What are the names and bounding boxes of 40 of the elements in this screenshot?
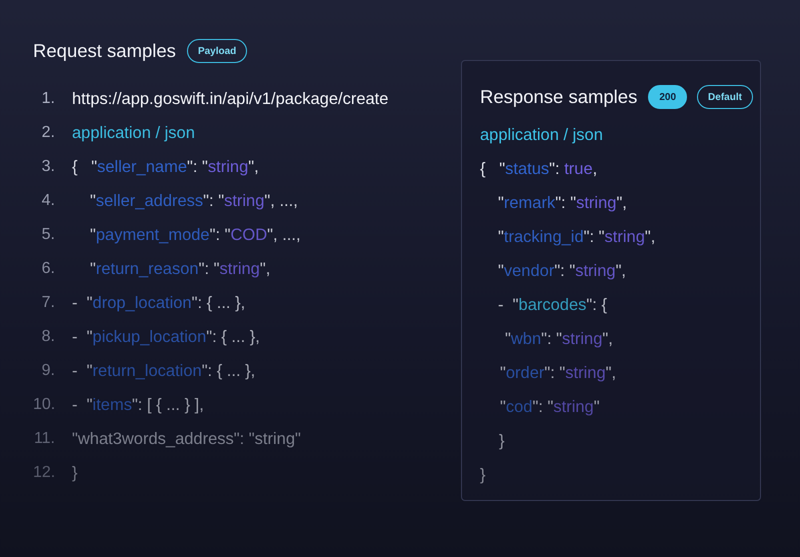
code-line: https://app.goswift.in/api/v1/package/create (72, 90, 388, 108)
line-number: 11. (33, 430, 55, 448)
code-line: "wbn": "string", (505, 330, 613, 348)
code-line: "cod": "string" (500, 398, 600, 416)
code-line: "order": "string", (500, 364, 616, 382)
code-line: } (480, 466, 486, 484)
line-number: 9. (40, 362, 55, 380)
section-title: Request samples (33, 40, 176, 62)
line-number: 7. (40, 294, 55, 312)
code-line: { "seller_name": "string", (72, 158, 259, 176)
code-line: { "status": true, (480, 160, 598, 178)
line-number: 5. (40, 226, 55, 244)
code-line: } (499, 432, 505, 450)
code-line: - "pickup_location": { ... }, (72, 328, 260, 346)
line-number: 8. (40, 328, 55, 346)
tag-button[interactable]: 200 (648, 85, 688, 109)
tag-button[interactable]: Payload (186, 39, 248, 63)
code-line: "return_reason": "string", (90, 260, 270, 278)
code-line: "tracking_id": "string", (498, 228, 656, 246)
tag-button[interactable]: Default (697, 85, 753, 109)
line-number: 4. (40, 192, 55, 210)
code-line: - "items": [ { ... } ], (72, 396, 204, 414)
code-line: "what3words_address": "string" (72, 430, 301, 448)
code-line: "vendor": "string", (498, 262, 626, 280)
line-number: 10. (33, 396, 55, 414)
code-line: "remark": "string", (498, 194, 627, 212)
code-line: "seller_address": "string", ..., (90, 192, 298, 210)
code-line: - "drop_location": { ... }, (72, 294, 246, 312)
line-number: 1. (40, 90, 55, 108)
line-number: 6. (40, 260, 55, 278)
code-line: application / json (72, 124, 195, 142)
line-number: 12. (33, 464, 55, 482)
line-number: 2. (40, 124, 55, 142)
code-line: application / json (480, 126, 603, 144)
section-title: Response samples (480, 86, 638, 108)
code-line: - "return_location": { ... }, (72, 362, 256, 380)
code-line: } (72, 464, 78, 482)
code-line: "payment_mode": "COD", ..., (90, 226, 301, 244)
code-line: - "barcodes": { (498, 296, 607, 314)
line-number: 3. (40, 158, 55, 176)
